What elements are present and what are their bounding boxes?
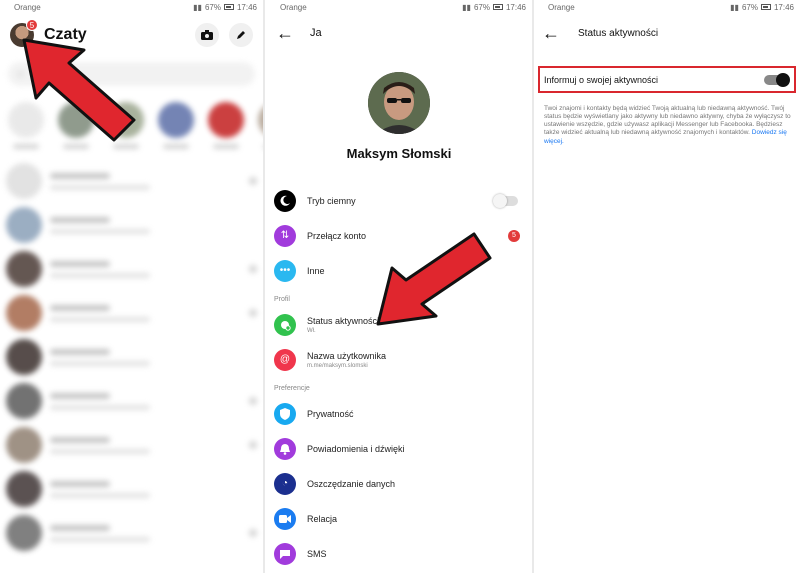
- username-item[interactable]: @ Nazwa użytkownika m.me/maksym.slomski: [266, 342, 532, 377]
- activity-toggle-label: Informuj o swojej aktywności: [544, 74, 659, 85]
- menu-label: Inne: [307, 265, 325, 276]
- at-icon: @: [274, 348, 296, 371]
- story-item[interactable]: [208, 102, 244, 149]
- notification-badge: 5: [26, 19, 38, 31]
- activity-status-icon: [274, 313, 296, 336]
- clock: 17:46: [236, 2, 257, 12]
- signal-icon: ▮▮: [193, 2, 202, 12]
- menu-label: Oszczędzanie danych: [307, 478, 396, 489]
- signal-icon: ▮▮: [730, 2, 739, 12]
- menu-label: SMS: [307, 548, 327, 559]
- story-item[interactable]: [158, 102, 194, 149]
- profile-name: Maksym Słomski: [346, 146, 452, 161]
- list-item[interactable]: [6, 335, 257, 379]
- back-arrow-icon[interactable]: ←: [276, 23, 298, 44]
- menu-label: Powiadomienia i dźwięki: [307, 443, 405, 454]
- moon-icon: [274, 189, 296, 212]
- menu-label: Przełącz konto: [307, 230, 367, 241]
- activity-description: Twoi znajomi i kontakty będą widzieć Two…: [534, 93, 800, 146]
- carrier-label: Orange: [14, 2, 41, 12]
- bell-icon: [274, 437, 296, 460]
- section-header: Preferencje: [274, 385, 310, 392]
- data-saver-icon: ◔: [274, 472, 296, 495]
- chat-list: [0, 153, 263, 561]
- annotation-arrow: [376, 232, 492, 326]
- switch-account-icon: ⇅: [274, 224, 296, 247]
- list-item[interactable]: [6, 203, 257, 247]
- annotation-arrow: [22, 38, 136, 142]
- page-title: Status aktywności: [578, 27, 659, 39]
- list-item[interactable]: [6, 291, 257, 335]
- battery-percent: 67%: [204, 2, 221, 12]
- story-item[interactable]: Relacja: [266, 501, 532, 536]
- activity-toggle[interactable]: [764, 72, 790, 87]
- shield-icon: [274, 402, 296, 425]
- camera-icon: [201, 30, 213, 40]
- list-item[interactable]: [6, 379, 257, 423]
- battery-icon: [492, 4, 503, 10]
- dark-mode-toggle[interactable]: [493, 193, 518, 208]
- pencil-icon: [237, 31, 245, 39]
- sms-item[interactable]: SMS: [266, 536, 532, 571]
- battery-percent: 67%: [473, 2, 490, 12]
- status-bar: Orange ▮▮ 67% 17:46: [266, 0, 532, 14]
- clock: 17:46: [505, 2, 526, 12]
- clock: 17:46: [773, 2, 794, 12]
- list-item[interactable]: [6, 467, 257, 511]
- carrier-label: Orange: [548, 2, 575, 12]
- camera-button[interactable]: [195, 23, 219, 47]
- menu-label: Nazwa użytkownika: [307, 350, 387, 361]
- menu-label: Relacja: [307, 513, 338, 524]
- menu-label: Prywatność: [307, 408, 354, 419]
- menu-sublabel: Wł.: [307, 327, 316, 334]
- top-bar: ← Ja: [266, 14, 532, 52]
- list-item[interactable]: [6, 159, 257, 203]
- sms-icon: [274, 542, 296, 565]
- list-item[interactable]: [6, 247, 257, 291]
- divider: [263, 0, 265, 573]
- page-title: Ja: [310, 27, 322, 39]
- battery-icon: [760, 4, 771, 10]
- battery-percent: 67%: [741, 2, 758, 12]
- battery-icon: [223, 4, 234, 10]
- more-icon: •••: [274, 259, 296, 282]
- profile-photo[interactable]: [368, 72, 430, 134]
- notifications-item[interactable]: Powiadomienia i dźwięki: [266, 431, 532, 466]
- back-arrow-icon[interactable]: ←: [542, 23, 564, 44]
- top-bar: ← Status aktywności: [534, 14, 800, 52]
- compose-button[interactable]: [229, 23, 253, 47]
- carrier-label: Orange: [280, 2, 307, 12]
- dark-mode-item[interactable]: Tryb ciemny: [266, 183, 532, 218]
- person-photo-icon: [368, 72, 430, 134]
- account-badge: 5: [508, 229, 520, 242]
- signal-icon: ▮▮: [462, 2, 471, 12]
- status-bar: Orange ▮▮ 67% 17:46: [0, 0, 263, 14]
- menu-sublabel: m.me/maksym.slomski: [307, 362, 368, 369]
- status-bar: Orange ▮▮ 67% 17:46: [534, 0, 800, 14]
- list-item[interactable]: [6, 511, 257, 555]
- story-icon: [274, 507, 296, 530]
- menu-label: Tryb ciemny: [307, 195, 356, 206]
- privacy-item[interactable]: Prywatność: [266, 396, 532, 431]
- activity-status-screen: Orange ▮▮ 67% 17:46 ← Status aktywności …: [534, 0, 800, 573]
- profile-screen: Orange ▮▮ 67% 17:46 ← Ja Maksym Słomski …: [266, 0, 532, 573]
- chats-screen: Orange ▮▮ 67% 17:46 5 Czaty ⌕: [0, 0, 263, 573]
- list-item[interactable]: [6, 423, 257, 467]
- data-saver-item[interactable]: ◔ Oszczędzanie danych: [266, 466, 532, 501]
- menu-label: Status aktywności: [307, 315, 380, 326]
- activity-toggle-row[interactable]: Informuj o swojej aktywności: [538, 66, 796, 93]
